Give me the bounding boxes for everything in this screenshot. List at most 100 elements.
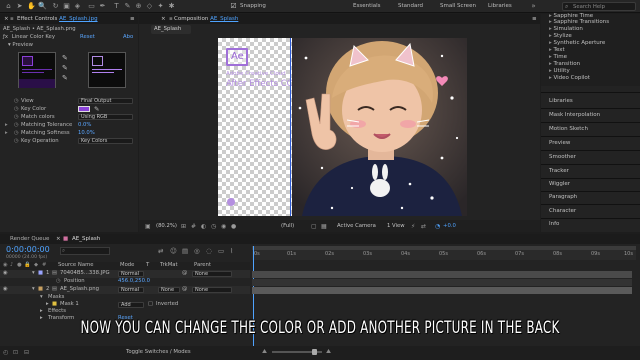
stopwatch-icon[interactable]: ◷ <box>14 106 19 112</box>
puppet-tool-icon[interactable]: ✱ <box>168 3 175 10</box>
stopwatch-icon[interactable]: ◷ <box>14 98 19 104</box>
position-value[interactable]: 456.0,250.0 <box>118 278 150 284</box>
shy-icon[interactable]: ☺ <box>170 247 177 255</box>
about-link[interactable]: Abo <box>123 34 133 40</box>
comp-flowchart-icon[interactable]: ⇄ <box>158 247 163 255</box>
workspace-libraries[interactable]: Libraries <box>488 3 512 9</box>
stopwatch-icon[interactable]: ◷ <box>56 278 61 284</box>
snapping-checkbox-icon[interactable]: ☑ <box>230 3 237 10</box>
effect-category-item[interactable]: ▸ Stylize <box>549 33 572 39</box>
panel-smoother[interactable]: Smoother <box>549 154 576 160</box>
search-help-input[interactable]: ⌕ Search Help <box>562 2 636 11</box>
workspace-essentials[interactable]: Essentials <box>353 3 381 9</box>
inverted-checkbox-icon[interactable]: □ <box>148 301 153 307</box>
matching-tolerance-value[interactable]: 0.0% <box>78 122 91 128</box>
close-tab-icon[interactable]: × <box>4 16 9 22</box>
stopwatch-icon[interactable]: ◷ <box>14 114 19 120</box>
close-tab-icon[interactable]: × <box>161 16 166 22</box>
zoom-dropdown[interactable]: (80.2%) <box>156 223 177 229</box>
disclosure-triangle-icon[interactable]: ▸ <box>5 130 8 136</box>
key-operation-dropdown[interactable]: Key Colors <box>78 138 133 144</box>
layer-2-duration-bar[interactable] <box>252 287 632 294</box>
zoom-tool-icon[interactable]: 🔍 <box>38 3 47 10</box>
layer-trkmat-dropdown[interactable]: None <box>158 287 180 293</box>
zoom-slider-handle[interactable] <box>312 349 317 355</box>
render-time-icon[interactable]: ◴ <box>3 349 8 356</box>
brush-tool-icon[interactable]: ✎ <box>124 3 131 10</box>
current-time-icon[interactable]: ◷ <box>211 223 216 230</box>
column-source-name[interactable]: Source Name <box>58 262 94 268</box>
panel-preview[interactable]: Preview <box>549 140 570 146</box>
safe-zones-icon[interactable]: ⊞ <box>181 223 186 230</box>
key-color-swatch[interactable] <box>78 106 90 112</box>
camera-tool-icon[interactable]: ▣ <box>63 3 70 10</box>
layer-parent-dropdown[interactable]: None <box>192 287 232 293</box>
effect-category-item[interactable]: ▸ Sapphire Transitions <box>549 19 609 25</box>
lock-column-icon[interactable]: 🔒 <box>24 262 31 268</box>
current-timecode[interactable]: 0:00:00:00 <box>6 245 50 254</box>
stopwatch-icon[interactable]: ◷ <box>14 122 19 128</box>
render-queue-tab[interactable]: Render Queue <box>10 236 49 242</box>
layer-name[interactable]: 70404B5...338.JPG <box>60 270 110 276</box>
panel-paragraph[interactable]: Paragraph <box>549 194 577 200</box>
mask-1-label[interactable]: Mask 1 <box>60 301 79 307</box>
effect-category-item[interactable]: ▸ Utility <box>549 68 570 74</box>
column-trkmat[interactable]: TrkMat <box>160 262 178 268</box>
transfer-controls-icon[interactable]: ⊟ <box>24 349 29 356</box>
composition-canvas[interactable]: Ae Adobe Creative Cloud After Effects CC <box>218 38 467 216</box>
lock-icon[interactable]: ▪ <box>169 16 173 22</box>
video-switch-icon[interactable]: ◉ <box>3 262 8 268</box>
camera-dropdown[interactable]: Active Camera <box>337 223 376 229</box>
panel-menu-icon[interactable]: ≡ <box>130 16 135 22</box>
views-dropdown[interactable]: 1 View <box>387 223 405 229</box>
stopwatch-icon[interactable]: ◷ <box>14 130 19 136</box>
panel-libraries[interactable]: Libraries <box>549 98 573 104</box>
pan-behind-tool-icon[interactable]: ◈ <box>74 3 81 10</box>
layer-parent-dropdown[interactable]: None <box>192 271 232 277</box>
key-color-eyedropper-icon[interactable]: ✎ <box>94 105 99 113</box>
selection-tool-icon[interactable]: ➤ <box>16 3 23 10</box>
zoom-out-icon[interactable]: ⛰ <box>262 348 267 356</box>
eyedropper-plus-icon[interactable]: ✎ <box>62 64 68 72</box>
solo-icon[interactable]: ● <box>17 262 22 268</box>
sub-tab-ae-splash[interactable]: AE_Splash <box>151 25 191 34</box>
rectangle-tool-icon[interactable]: ▭ <box>88 3 95 10</box>
effect-category-item[interactable]: ▸ Time <box>549 54 567 60</box>
composition-tab[interactable]: Composition AE_Splash <box>174 16 238 22</box>
work-area-bar[interactable] <box>252 246 636 250</box>
layer-label-color[interactable]: ■ <box>38 286 43 292</box>
zoom-in-icon[interactable]: ⛰ <box>326 348 331 356</box>
expand-triangle-icon[interactable]: ▸ <box>46 301 49 307</box>
column-parent[interactable]: Parent <box>194 262 211 268</box>
flowchart-icon[interactable]: ⇄ <box>421 223 426 230</box>
panel-info[interactable]: Info <box>549 221 559 227</box>
eraser-tool-icon[interactable]: ◇ <box>146 3 153 10</box>
transparency-grid-icon[interactable]: ▦ <box>321 223 327 230</box>
effect-controls-tab[interactable]: Effect Controls AE_Splash.jpg <box>17 16 98 22</box>
resolution-dropdown[interactable]: (Full) <box>281 223 294 229</box>
home-icon[interactable]: ⌂ <box>5 3 12 10</box>
match-colors-dropdown[interactable]: Using RGB <box>78 114 133 120</box>
layer-switches-icon[interactable]: ⊡ <box>13 349 18 356</box>
exposure-icon[interactable]: ◔ <box>435 223 440 230</box>
rotate-tool-icon[interactable]: ↻ <box>52 3 59 10</box>
panel-tracker[interactable]: Tracker <box>549 168 569 174</box>
effect-category-item[interactable]: ▸ Video Copilot <box>549 75 590 81</box>
exposure-value[interactable]: +0.0 <box>443 223 456 229</box>
view-dropdown[interactable]: Final Output <box>78 98 133 104</box>
fx-badge-icon[interactable]: ƒx <box>3 34 8 40</box>
effect-category-item[interactable]: ▸ Transition <box>549 61 580 67</box>
workspace-menu-icon[interactable]: » <box>530 3 537 10</box>
layer-1-duration-bar[interactable] <box>252 271 632 278</box>
layer-row-2[interactable]: ◉ ▾ ■ 2 ▤ AE_Splash.png Normal None @ No… <box>0 286 250 294</box>
column-mode[interactable]: Mode <box>120 262 134 268</box>
panel-motion-sketch[interactable]: Motion Sketch <box>549 126 588 132</box>
panel-wiggler[interactable]: Wiggler <box>549 181 570 187</box>
matching-softness-value[interactable]: 10.0% <box>78 130 95 136</box>
layer-mode-dropdown[interactable]: Normal <box>118 287 144 293</box>
mask-color-icon[interactable]: ■ <box>52 301 57 307</box>
eyedropper-icon[interactable]: ✎ <box>62 54 68 62</box>
fast-previews-icon[interactable]: ⚡ <box>411 223 415 230</box>
panel-character[interactable]: Character <box>549 208 576 214</box>
graph-icon[interactable]: ⌇ <box>230 247 233 255</box>
